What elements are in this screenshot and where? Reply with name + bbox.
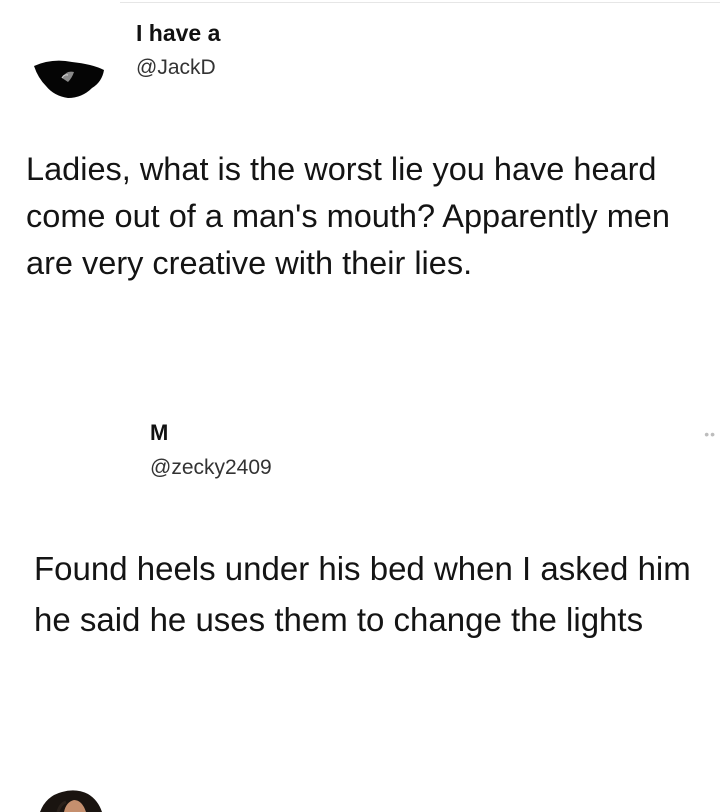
user-avatar-dark-icon[interactable]: [32, 52, 106, 104]
user-avatar-photo-icon[interactable]: [36, 770, 132, 812]
tweet-text: Ladies, what is the worst lie you have h…: [26, 151, 670, 281]
display-name[interactable]: I have a: [136, 20, 220, 47]
tweet-text: Found heels under his bed when I asked h…: [34, 550, 691, 638]
more-options-icon[interactable]: ••: [704, 426, 716, 442]
user-handle[interactable]: @zecky2409: [150, 456, 272, 480]
tweet: I have a @JackD Ladies, what is the wors…: [0, 0, 720, 380]
tweet-reply: M @zecky2409 •• Found heels under his be…: [0, 380, 720, 812]
display-name[interactable]: M: [150, 420, 168, 446]
user-handle[interactable]: @JackD: [136, 56, 216, 80]
